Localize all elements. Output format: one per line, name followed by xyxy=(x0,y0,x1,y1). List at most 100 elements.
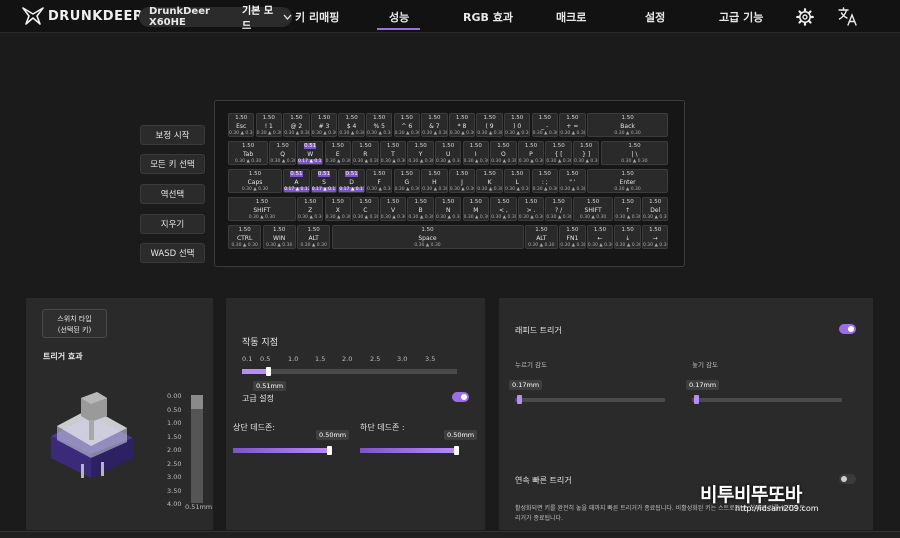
key-4[interactable]: 1.50 $ 4 0.30 ▲ 0.30 xyxy=(338,113,365,137)
actuation-slider[interactable] xyxy=(242,369,457,374)
key-t[interactable]: 1.50 T 0.30 ▲ 0.30 xyxy=(379,141,407,165)
key-v[interactable]: 1.50 V 0.30 ▲ 0.30 xyxy=(379,197,407,221)
key-label: | \ xyxy=(631,151,638,158)
key-shift[interactable]: 1.50 SHIFT 0.30 ▲ 0.30 xyxy=(228,197,296,221)
top-deadzone-thumb[interactable] xyxy=(327,446,332,455)
key-[interactable]: 1.50 ← 0.30 ▲ 0.30 xyxy=(586,225,614,249)
key-m[interactable]: 1.50 M 0.30 ▲ 0.30 xyxy=(462,197,489,221)
key-0[interactable]: 1.50) 0 0.30 ▲ 0.30 xyxy=(504,113,531,137)
key-y[interactable]: 1.50 Y 0.30 ▲ 0.30 xyxy=(407,141,434,165)
key-label: $ 4 xyxy=(346,123,357,130)
key-3[interactable]: 1.50 # 3 0.30 ▲ 0.30 xyxy=(310,113,338,137)
key-tab[interactable]: 1.50 Tab 0.30 ▲ 0.30 xyxy=(228,141,269,165)
wasd-select-button[interactable]: WASD 선택 xyxy=(140,243,205,263)
release-sensitivity-slider[interactable] xyxy=(692,398,842,402)
advanced-settings-toggle[interactable] xyxy=(452,392,469,402)
key-actuation-value: 1.50 xyxy=(262,115,275,121)
key-d-selected[interactable]: 0.51 D 0.17 ▲ 0.17 xyxy=(338,169,365,193)
key-f[interactable]: 1.50 F 0.30 ▲ 0.30 xyxy=(366,169,393,193)
key-[interactable]: 1.50 > . 0.30 ▲ 0.30 xyxy=(517,197,545,221)
key-u[interactable]: 1.50 U 0.30 ▲ 0.30 xyxy=(435,141,462,165)
key-1[interactable]: 1.50 ! 1 0.30 ▲ 0.30 xyxy=(255,113,282,137)
key-ctrl[interactable]: 1.50 CTRL 0.30 ▲ 0.30 xyxy=(228,225,262,249)
key-s-selected[interactable]: 0.51 S 0.17 ▲ 0.17 xyxy=(310,169,338,193)
key-[interactable]: 1.50 + = 0.30 ▲ 0.30 xyxy=(559,113,586,137)
key-[interactable]: 1.50} ] 0.30 ▲ 0.30 xyxy=(573,141,600,165)
key-n[interactable]: 1.50 N 0.30 ▲ 0.30 xyxy=(435,197,462,221)
tab-advanced[interactable]: 고급 기능 xyxy=(719,9,763,25)
key-[interactable]: 1.50 { [0.30 ▲ 0.30 xyxy=(545,141,572,165)
tab-settings[interactable]: 설정 xyxy=(645,9,665,25)
key-[interactable]: 1.50 " ' 0.30 ▲ 0.30 xyxy=(559,169,586,193)
tab-key-remapping[interactable]: 키 리매핑 xyxy=(295,9,339,25)
key-2[interactable]: 1.50 @ 2 0.30 ▲ 0.30 xyxy=(283,113,310,137)
clear-button[interactable]: 지우기 xyxy=(140,214,205,234)
key-k[interactable]: 1.50 K 0.30 ▲ 0.30 xyxy=(476,169,503,193)
press-sensitivity-thumb[interactable] xyxy=(517,395,522,404)
key-j[interactable]: 1.50 J 0.30 ▲ 0.30 xyxy=(448,169,476,193)
key-z[interactable]: 1.50 Z 0.30 ▲ 0.30 xyxy=(297,197,324,221)
bottom-deadzone-thumb[interactable] xyxy=(454,446,459,455)
key-7[interactable]: 1.50 & 7 0.30 ▲ 0.30 xyxy=(421,113,448,137)
top-deadzone-slider[interactable] xyxy=(233,448,330,453)
key-p[interactable]: 1.50 P 0.30 ▲ 0.30 xyxy=(517,141,545,165)
bottom-deadzone-slider[interactable] xyxy=(360,448,457,453)
key-q[interactable]: 1.50 Q 0.30 ▲ 0.30 xyxy=(269,141,296,165)
key-[interactable]: 1.50 ↓ 0.30 ▲ 0.30 xyxy=(614,225,641,249)
key-[interactable]: 1.50 ↑ 0.30 ▲ 0.30 xyxy=(614,197,641,221)
key-a-selected[interactable]: 0.51 A 0.17 ▲ 0.17 xyxy=(283,169,310,193)
key-e[interactable]: 1.50 E 0.30 ▲ 0.30 xyxy=(324,141,351,165)
key-fn1[interactable]: 1.50 FN1 0.30 ▲ 0.30 xyxy=(559,225,586,249)
key-win[interactable]: 1.50 WIN 0.30 ▲ 0.30 xyxy=(262,225,296,249)
tab-rgb-effects[interactable]: RGB 효과 xyxy=(463,9,513,25)
key-alt[interactable]: 1.50 ALT 0.30 ▲ 0.30 xyxy=(297,225,331,249)
release-sensitivity-thumb[interactable] xyxy=(694,395,699,404)
key-r[interactable]: 1.50 R 0.30 ▲ 0.30 xyxy=(352,141,379,165)
key-label: FN1 xyxy=(566,235,579,242)
select-all-keys-button[interactable]: 모든 키 선택 xyxy=(140,154,205,174)
tab-performance[interactable]: 성능 xyxy=(389,9,409,25)
switch-type-button[interactable]: 스위치 타입 (선택된 키) xyxy=(42,309,107,338)
actuation-slider-thumb[interactable] xyxy=(265,367,271,376)
key-back[interactable]: 1.50 Back 0.30 ▲ 0.30 xyxy=(586,113,669,137)
key-[interactable]: 1.50 < , 0.30 ▲ 0.30 xyxy=(490,197,517,221)
key-[interactable]: 1.50 → 0.30 ▲ 0.30 xyxy=(642,225,669,249)
key-del[interactable]: 1.50 Del 0.30 ▲ 0.30 xyxy=(642,197,669,221)
key-w-selected[interactable]: 0.51 W 0.17 ▲ 0.17 xyxy=(297,141,324,165)
invert-selection-button[interactable]: 역선택 xyxy=(140,184,205,204)
key-[interactable]: 1.50 | \ 0.30 ▲ 0.30 xyxy=(600,141,669,165)
device-mode-selector[interactable]: DrunkDeer X60HE 기본 모드 xyxy=(139,6,292,32)
key-[interactable]: 1.50 ? /0.30 ▲ 0.30 xyxy=(545,197,572,221)
key-rapid-range: 0.30 ▲ 0.30 xyxy=(614,187,641,192)
tab-macro[interactable]: 매크로 xyxy=(556,9,586,25)
key-i[interactable]: 1.50 I 0.30 ▲ 0.30 xyxy=(462,141,489,165)
translate-icon[interactable] xyxy=(838,7,858,30)
key-9[interactable]: 1.50 ( 9 0.30 ▲ 0.30 xyxy=(476,113,503,137)
key-label: V xyxy=(390,207,396,214)
key-6[interactable]: 1.50 ^ 6 0.30 ▲ 0.30 xyxy=(393,113,420,137)
key-space[interactable]: 1.50 Space 0.30 ▲ 0.30 xyxy=(331,225,524,249)
key-x[interactable]: 1.50 X 0.30 ▲ 0.30 xyxy=(324,197,351,221)
key-h[interactable]: 1.50 H 0.30 ▲ 0.30 xyxy=(421,169,448,193)
gear-icon[interactable] xyxy=(796,8,814,30)
key-alt[interactable]: 1.50 ALT 0.30 ▲ 0.30 xyxy=(524,225,558,249)
continuous-rapid-trigger-toggle[interactable] xyxy=(839,474,856,484)
rapid-trigger-toggle[interactable] xyxy=(839,324,856,334)
key-g[interactable]: 1.50 G 0.30 ▲ 0.30 xyxy=(393,169,420,193)
key-esc[interactable]: 1.50 Esc 0.30 ▲ 0.30 xyxy=(228,113,255,137)
key-caps[interactable]: 1.50 Caps 0.30 ▲ 0.30 xyxy=(228,169,282,193)
press-sensitivity-slider[interactable] xyxy=(515,398,665,402)
key-c[interactable]: 1.50 C 0.30 ▲ 0.30 xyxy=(352,197,379,221)
actuation-ticks: 0.1 0.5 1.0 1.5 2.0 2.5 3.0 3.5 xyxy=(242,355,457,365)
key-o[interactable]: 1.50 O 0.30 ▲ 0.30 xyxy=(490,141,517,165)
key-[interactable]: 1.50: ; 0.30 ▲ 0.30 xyxy=(531,169,558,193)
key-[interactable]: 1.50 _ -0.30 ▲ 0.30 xyxy=(531,113,558,137)
key-enter[interactable]: 1.50 Enter 0.30 ▲ 0.30 xyxy=(586,169,669,193)
key-b[interactable]: 1.50 B 0.30 ▲ 0.30 xyxy=(407,197,434,221)
key-5[interactable]: 1.50 % 5 0.30 ▲ 0.30 xyxy=(366,113,393,137)
calibrate-button[interactable]: 보정 시작 xyxy=(140,125,205,145)
key-shift[interactable]: 1.50 SHIFT 0.30 ▲ 0.30 xyxy=(573,197,614,221)
key-8[interactable]: 1.50 * 8 0.30 ▲ 0.30 xyxy=(448,113,476,137)
key-rapid-range: 0.30 ▲ 0.30 xyxy=(284,131,310,136)
key-l[interactable]: 1.50 L 0.30 ▲ 0.30 xyxy=(504,169,531,193)
